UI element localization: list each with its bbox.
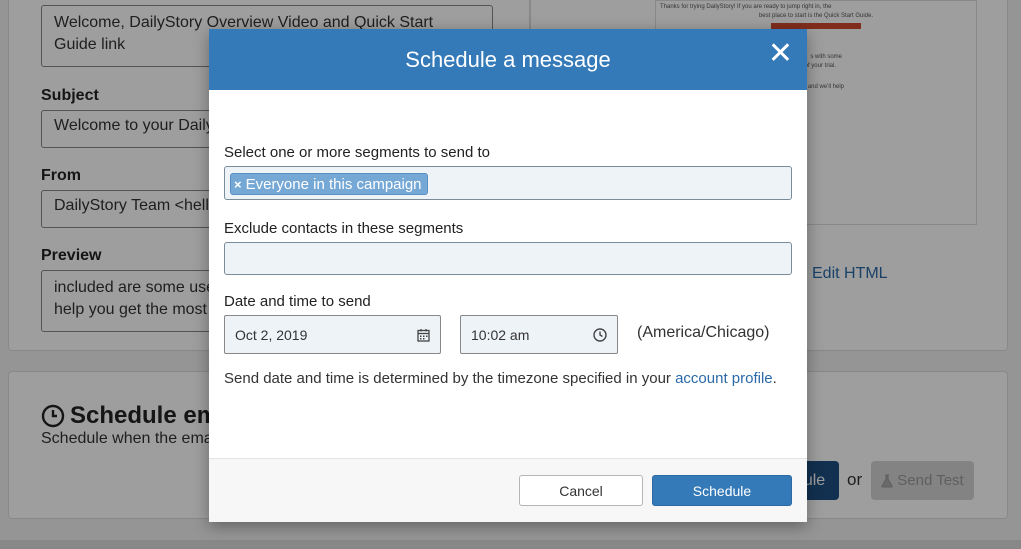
close-icon[interactable]: ✕: [768, 39, 793, 69]
help-text-suffix: .: [772, 370, 777, 387]
timezone-help-text: Send date and time is determined by the …: [224, 368, 784, 390]
timezone-label: (America/Chicago): [637, 324, 770, 341]
time-value: 10:02 am: [471, 326, 530, 343]
exclude-segments-select[interactable]: [224, 242, 792, 275]
schedule-message-modal: Schedule a message ✕ Select one or more …: [209, 29, 807, 522]
help-text-prefix: Send date and time is determined by the …: [224, 370, 676, 387]
modal-header: Schedule a message ✕: [209, 29, 807, 90]
calendar-icon[interactable]: [417, 328, 430, 342]
account-profile-link[interactable]: account profile: [675, 370, 773, 387]
modal-title: Schedule a message: [405, 46, 611, 72]
remove-chip-icon[interactable]: ×: [234, 177, 242, 192]
cancel-button[interactable]: Cancel: [519, 475, 643, 506]
schedule-button[interactable]: Schedule: [652, 475, 792, 506]
date-input[interactable]: Oct 2, 2019: [224, 315, 441, 354]
modal-footer: Cancel Schedule: [209, 458, 807, 522]
segment-chip: × Everyone in this campaign: [230, 173, 428, 195]
segment-chip-label: Everyone in this campaign: [245, 175, 422, 193]
exclude-label: Exclude contacts in these segments: [224, 220, 464, 237]
segments-select[interactable]: × Everyone in this campaign: [224, 166, 792, 200]
time-input[interactable]: 10:02 am: [460, 315, 618, 354]
clock-icon[interactable]: [593, 327, 607, 342]
date-value: Oct 2, 2019: [235, 326, 308, 343]
segments-label: Select one or more segments to send to: [224, 144, 490, 161]
datetime-label: Date and time to send: [224, 293, 371, 310]
